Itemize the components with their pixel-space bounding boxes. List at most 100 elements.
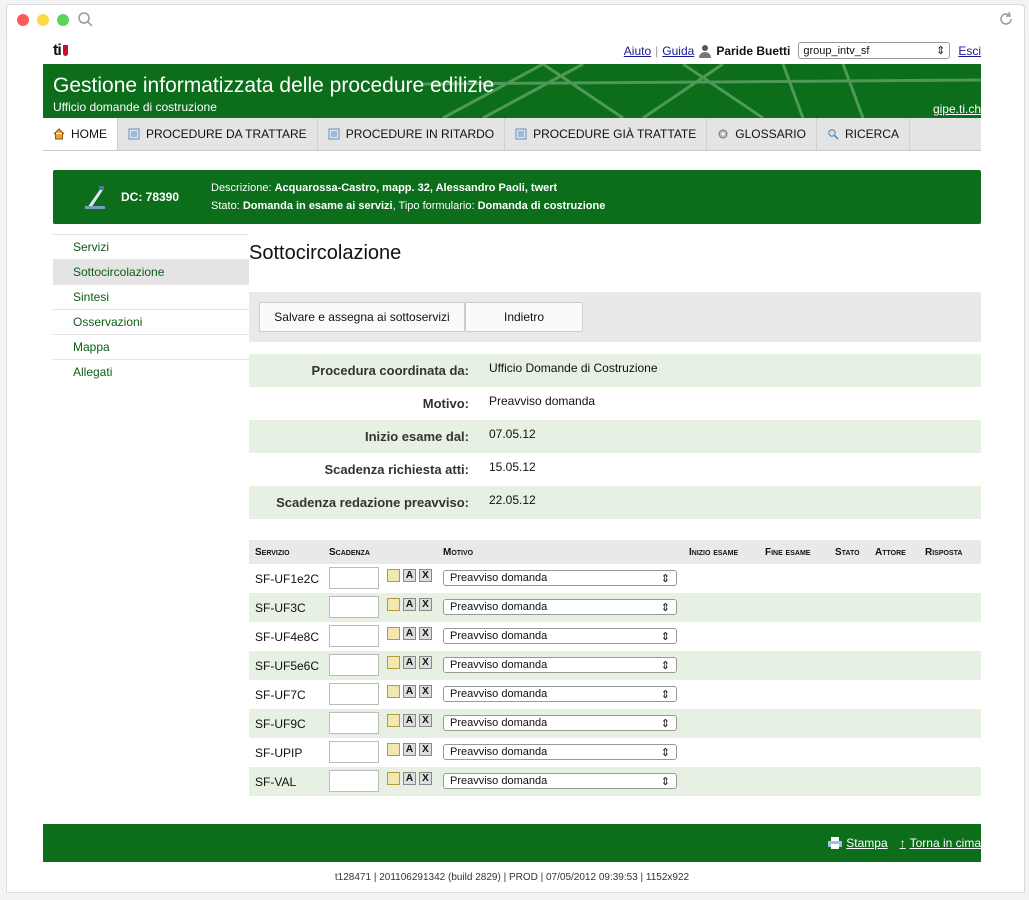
site-link[interactable]: gipe.ti.ch — [933, 102, 981, 116]
deadline-input[interactable] — [329, 741, 379, 763]
sidebar-item-servizi[interactable]: Servizi — [53, 234, 249, 259]
deadline-input[interactable] — [329, 625, 379, 647]
footer-links: Stampa ↑ Torna in cima — [828, 836, 981, 850]
calendar-icon[interactable] — [387, 627, 400, 640]
reason-select[interactable]: Preavviso domanda ⇕ — [443, 686, 677, 702]
tab-procedure-in-ritardo[interactable]: PROCEDURE IN RITARDO — [318, 118, 506, 150]
auto-fill-icon[interactable]: A — [403, 743, 416, 756]
calendar-icon[interactable] — [387, 598, 400, 611]
table-row: SF-UF1e2C A X Preavviso domanda ⇕ — [249, 564, 981, 593]
minimize-window-icon[interactable] — [37, 14, 49, 26]
calendar-icon[interactable] — [387, 656, 400, 669]
deadline-input[interactable] — [329, 567, 379, 589]
search-icon[interactable] — [75, 9, 95, 29]
app-subtitle: Ufficio domande di costruzione — [53, 100, 217, 114]
reason-select[interactable]: Preavviso domanda ⇕ — [443, 570, 677, 586]
service-name: SF-VAL — [255, 775, 297, 789]
print-link[interactable]: Stampa — [828, 836, 888, 850]
page-inner: ti Aiuto | Guida Paride Buetti group_int… — [43, 34, 981, 892]
reason-select[interactable]: Preavviso domanda ⇕ — [443, 715, 677, 731]
service-name: SF-UF1e2C — [255, 572, 320, 586]
info-value: Ufficio Domande di Costruzione — [489, 361, 658, 375]
column-header-fine-esame: Fine esame — [765, 547, 811, 558]
deadline-input[interactable] — [329, 654, 379, 676]
auto-fill-icon[interactable]: A — [403, 656, 416, 669]
auto-fill-icon[interactable]: A — [403, 772, 416, 785]
table-row: SF-UF9C A X Preavviso domanda ⇕ — [249, 709, 981, 738]
banner-status: Stato: Domanda in esame ai servizi, Tipo… — [211, 200, 605, 212]
clear-icon[interactable]: X — [419, 685, 432, 698]
browser-toolbar — [6, 4, 1025, 36]
reason-select[interactable]: Preavviso domanda ⇕ — [443, 657, 677, 673]
auto-fill-icon[interactable]: A — [403, 598, 416, 611]
ti-logo[interactable]: ti — [53, 42, 68, 60]
sidebar-item-sintesi[interactable]: Sintesi — [53, 284, 249, 309]
clear-icon[interactable]: X — [419, 656, 432, 669]
tab-procedure-gia-trattate[interactable]: PROCEDURE GIÀ TRATTATE — [505, 118, 708, 150]
group-select[interactable]: group_intv_sf ⇕ — [798, 42, 951, 59]
clear-icon[interactable]: X — [419, 714, 432, 727]
select-arrows-icon: ⇕ — [660, 775, 670, 788]
tab-glossario[interactable]: GLOSSARIO — [707, 118, 817, 150]
auto-fill-icon[interactable]: A — [403, 685, 416, 698]
clear-icon[interactable]: X — [419, 598, 432, 611]
banner-description: Descrizione: Acquarossa-Castro, mapp. 32… — [211, 182, 557, 194]
table-row: SF-VAL A X Preavviso domanda ⇕ — [249, 767, 981, 796]
tab-label: PROCEDURE DA TRATTARE — [146, 127, 307, 141]
tab-ricerca[interactable]: RICERCA — [817, 118, 910, 150]
select-arrows-icon: ⇕ — [936, 45, 946, 57]
reason-select[interactable]: Preavviso domanda ⇕ — [443, 628, 677, 644]
column-header-attore: Attore — [875, 547, 906, 558]
deadline-tools: AX — [387, 772, 432, 785]
column-header-inizio-esame: Inizio esame — [689, 547, 739, 558]
reload-icon[interactable] — [996, 9, 1016, 29]
app-header: Gestione informatizzata delle procedure … — [43, 64, 981, 118]
save-assign-button[interactable]: Salvare e assegna ai sottoservizi — [259, 302, 465, 332]
clear-icon[interactable]: X — [419, 743, 432, 756]
calendar-icon[interactable] — [387, 772, 400, 785]
print-label: Stampa — [846, 836, 888, 850]
service-name: SF-UF7C — [255, 688, 306, 702]
calendar-icon[interactable] — [387, 569, 400, 582]
sidebar-item-mappa[interactable]: Mappa — [53, 334, 249, 359]
clear-icon[interactable]: X — [419, 627, 432, 640]
calendar-icon[interactable] — [387, 685, 400, 698]
reason-select[interactable]: Preavviso domanda ⇕ — [443, 744, 677, 760]
deadline-input[interactable] — [329, 770, 379, 792]
guide-link[interactable]: Guida — [662, 44, 694, 58]
sidebar-item-osservazioni[interactable]: Osservazioni — [53, 309, 249, 334]
tab-label: HOME — [71, 127, 107, 141]
logout-link[interactable]: Esci — [958, 44, 981, 58]
calendar-icon[interactable] — [387, 743, 400, 756]
sidebar-item-allegati[interactable]: Allegati — [53, 359, 249, 384]
deadline-input[interactable] — [329, 596, 379, 618]
procedure-banner: DC: 78390 Descrizione: Acquarossa-Castro… — [53, 170, 981, 224]
help-link[interactable]: Aiuto — [624, 44, 651, 58]
auto-fill-icon[interactable]: A — [403, 714, 416, 727]
auto-fill-icon[interactable]: A — [403, 569, 416, 582]
clear-icon[interactable]: X — [419, 569, 432, 582]
column-header-servizio: Servizio — [255, 547, 290, 558]
calendar-icon[interactable] — [387, 714, 400, 727]
services-table-body: SF-UF1e2C A X Preavviso domanda ⇕ SF-UF3C A X Pr… — [249, 564, 981, 796]
header-background-structure — [423, 64, 981, 118]
reason-select-value: Preavviso domanda — [450, 601, 548, 613]
sidebar: Servizi Sottocircolazione Sintesi Osserv… — [53, 234, 249, 384]
back-button[interactable]: Indietro — [465, 302, 583, 332]
info-value: 15.05.12 — [489, 460, 536, 474]
maximize-window-icon[interactable] — [57, 14, 69, 26]
deadline-input[interactable] — [329, 683, 379, 705]
search-icon — [828, 129, 839, 140]
close-window-icon[interactable] — [17, 14, 29, 26]
select-arrows-icon: ⇕ — [660, 688, 670, 701]
reason-select[interactable]: Preavviso domanda ⇕ — [443, 599, 677, 615]
reason-select[interactable]: Preavviso domanda ⇕ — [443, 773, 677, 789]
tab-procedure-da-trattare[interactable]: PROCEDURE DA TRATTARE — [118, 118, 318, 150]
auto-fill-icon[interactable]: A — [403, 627, 416, 640]
sidebar-item-sottocircolazione[interactable]: Sottocircolazione — [53, 259, 249, 284]
tab-label: GLOSSARIO — [735, 127, 806, 141]
deadline-input[interactable] — [329, 712, 379, 734]
tab-home[interactable]: HOME — [43, 118, 118, 150]
back-to-top-link[interactable]: ↑ Torna in cima — [900, 836, 981, 850]
clear-icon[interactable]: X — [419, 772, 432, 785]
